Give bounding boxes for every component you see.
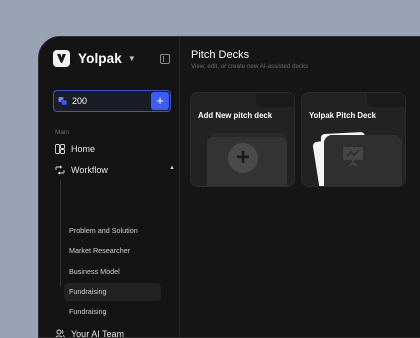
sidebar: Yolpak ▼ 200 + Main Home Workflow ▲ Prob… — [39, 37, 180, 337]
team-icon — [55, 329, 65, 337]
chevron-up-icon[interactable]: ▲ — [169, 165, 175, 171]
add-new-deck-card[interactable]: Add New pitch deck + — [190, 92, 295, 187]
brand-switcher[interactable]: Yolpak ▼ — [53, 50, 136, 67]
folder-tab — [256, 93, 294, 107]
subitem-business-model[interactable]: Business Model — [64, 263, 161, 281]
subitem-market-researcher[interactable]: Market Researcher — [64, 242, 161, 260]
sidebar-item-label: Home — [71, 144, 96, 154]
plus-icon[interactable]: + — [228, 143, 258, 173]
brand-name: Yolpak — [78, 51, 122, 66]
collapse-sidebar-icon[interactable] — [160, 54, 170, 64]
coins-icon — [58, 96, 68, 106]
home-icon — [55, 144, 65, 154]
section-label-main: Main — [55, 129, 70, 136]
sidebar-item-workflow[interactable]: Workflow ▲ — [55, 165, 175, 175]
subitem-fundraising-active[interactable]: Fundraising — [64, 283, 161, 301]
credit-value: 200 — [72, 96, 88, 106]
app-window: Yolpak ▼ 200 + Main Home Workflow ▲ Prob… — [38, 36, 420, 338]
folder-tab — [367, 93, 405, 107]
credit-balance: 200 + — [53, 90, 171, 112]
main-content: Pitch Decks View, edit, or create new AI… — [180, 37, 420, 337]
sidebar-item-ai-team[interactable]: Your AI Team — [55, 329, 125, 338]
card-title: Add New pitch deck — [198, 111, 273, 120]
sidebar-item-label: Your AI Team — [71, 329, 125, 338]
workflow-icon — [55, 165, 65, 175]
page-title: Pitch Decks — [191, 49, 250, 61]
sidebar-item-label: Workflow — [71, 165, 108, 175]
sidebar-item-home[interactable]: Home — [55, 144, 95, 154]
chevron-down-icon: ▼ — [127, 54, 136, 63]
presentation-icon — [340, 143, 366, 174]
subitem-fundraising[interactable]: Fundraising — [64, 303, 161, 321]
add-credits-button[interactable]: + — [151, 92, 169, 110]
page-subtitle: View, edit, or create new AI-assisted de… — [191, 63, 309, 70]
pitch-deck-card[interactable]: Yolpak Pitch Deck — [301, 92, 406, 187]
card-title: Yolpak Pitch Deck — [309, 111, 377, 120]
subitem-problem-solution[interactable]: Problem and Solution — [64, 222, 161, 240]
yolpak-logo-icon — [53, 50, 70, 67]
submenu-guide-line — [60, 180, 61, 286]
